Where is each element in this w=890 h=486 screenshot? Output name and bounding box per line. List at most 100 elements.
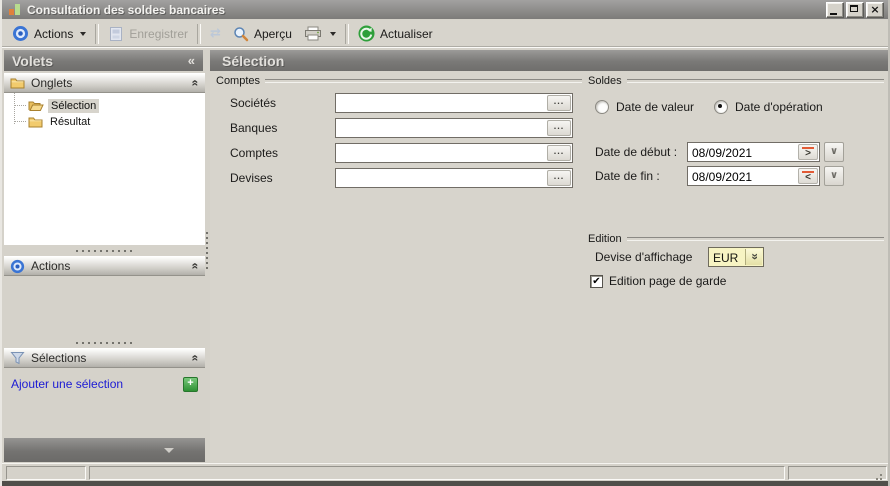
print-dropdown-button[interactable]	[328, 30, 342, 38]
status-cell-right	[788, 466, 887, 480]
minimize-button[interactable]	[826, 1, 844, 18]
print-dropdown-icon	[329, 31, 336, 36]
radio-date-valeur[interactable]: Date de valeur	[595, 100, 694, 114]
devise-combo-value: EUR	[713, 251, 739, 265]
toolbar-separator	[197, 23, 202, 44]
date-fin-field[interactable]: <	[687, 166, 820, 186]
save-button[interactable]: Enregistrer	[102, 24, 194, 44]
collapse-section-icon[interactable]: «	[189, 80, 203, 87]
section-header-selections[interactable]: Sélections «	[4, 348, 205, 368]
add-plus-button[interactable]: +	[183, 376, 198, 392]
sidebar-splitter[interactable]	[4, 340, 205, 345]
societes-input[interactable]	[338, 95, 547, 113]
splitter-dots	[75, 249, 134, 252]
tree-connector	[14, 120, 26, 123]
sync-button[interactable]: ⇄	[204, 24, 227, 43]
banques-input[interactable]	[338, 120, 547, 138]
close-button[interactable]: ×	[866, 1, 884, 18]
refresh-button[interactable]: Actualiser	[352, 23, 439, 44]
edition-group-header: Edition	[588, 232, 884, 246]
toolbar: Actions Enregistrer ⇄ Aperçu Actualiser	[2, 20, 888, 48]
page-title: Sélection	[222, 52, 285, 69]
page-garde-checkbox[interactable]: ✔	[590, 274, 603, 288]
tree-item-label: Sélection	[48, 98, 100, 113]
collapse-section-icon[interactable]: «	[189, 355, 203, 362]
collapse-section-icon[interactable]: «	[189, 263, 203, 270]
onglets-tree: Sélection Résultat	[4, 93, 205, 245]
date-debut-step-button[interactable]: >	[798, 144, 818, 160]
actions-target-icon	[13, 26, 28, 41]
actions-menu-button[interactable]: Actions	[6, 23, 92, 44]
window-bottom-edge	[2, 481, 888, 486]
date-fin-label: Date de fin :	[595, 169, 660, 183]
comptes-browse-button[interactable]: ...	[547, 145, 571, 161]
refresh-icon	[358, 25, 375, 42]
societes-label: Sociétés	[230, 96, 277, 110]
date-next-icon: >	[805, 148, 811, 159]
app-chart-icon	[9, 4, 20, 15]
tree-item-resultat[interactable]: Résultat	[4, 114, 93, 129]
splitter-dots	[75, 341, 134, 344]
folder-icon	[28, 117, 43, 127]
societes-field[interactable]: ...	[335, 93, 573, 113]
print-button[interactable]	[298, 24, 328, 43]
save-label: Enregistrer	[129, 26, 189, 41]
close-icon: ×	[870, 3, 880, 16]
section-header-actions[interactable]: Actions «	[4, 256, 205, 276]
societes-browse-button[interactable]: ...	[547, 95, 571, 111]
radio-date-operation[interactable]: Date d'opération	[714, 100, 823, 114]
comptes-group-label: Comptes	[216, 75, 261, 87]
radio-button-icon[interactable]	[595, 100, 609, 114]
banques-label: Banques	[230, 121, 278, 135]
soldes-group-header: Soldes	[588, 74, 884, 88]
devises-browse-button[interactable]: ...	[547, 170, 571, 186]
sidebar-bottom-bar[interactable]	[4, 438, 205, 462]
open-folder-icon	[28, 101, 44, 111]
minimize-icon	[830, 12, 837, 15]
status-bar	[2, 463, 888, 482]
sidebar: Onglets « Sélection Résultat Actions « S…	[4, 71, 205, 462]
title-bar: Consultation des soldes bancaires ×	[2, 0, 888, 19]
tree-item-selection[interactable]: Sélection	[4, 98, 100, 113]
resize-grip[interactable]	[880, 474, 882, 476]
radio-button-icon[interactable]	[714, 100, 728, 114]
date-debut-input[interactable]	[690, 144, 794, 162]
devises-field[interactable]: ...	[335, 168, 573, 188]
status-cell-left	[6, 466, 86, 480]
banques-browse-button[interactable]: ...	[547, 120, 571, 136]
soldes-group-label: Soldes	[588, 75, 622, 87]
date-debut-label: Date de début :	[595, 145, 678, 159]
radio-date-valeur-label: Date de valeur	[616, 100, 695, 114]
page-title-bar: Sélection	[210, 50, 888, 71]
sync-arrows-icon: ⇄	[210, 26, 221, 41]
add-selection-link[interactable]: Ajouter une sélection	[11, 377, 183, 391]
maximize-icon	[850, 4, 858, 12]
save-document-icon	[110, 26, 123, 41]
date-debut-field[interactable]: >	[687, 142, 820, 162]
banques-field[interactable]: ...	[335, 118, 573, 138]
vertical-splitter[interactable]	[206, 232, 208, 270]
comptes-field[interactable]: ...	[335, 143, 573, 163]
date-fin-dropdown-button[interactable]: ∨	[824, 166, 844, 186]
date-fin-step-button[interactable]: <	[798, 168, 818, 184]
date-debut-dropdown-button[interactable]: ∨	[824, 142, 844, 162]
date-fin-input[interactable]	[690, 168, 794, 186]
section-header-onglets[interactable]: Onglets «	[4, 73, 205, 93]
maximize-button[interactable]	[846, 1, 864, 18]
magnifier-icon	[234, 26, 249, 41]
refresh-label: Actualiser	[379, 26, 433, 41]
page-garde-row[interactable]: ✔ Edition page de garde	[590, 274, 726, 288]
window-title: Consultation des soldes bancaires	[27, 2, 226, 17]
filter-funnel-icon	[10, 352, 25, 365]
selections-section-label: Sélections	[31, 351, 87, 365]
collapse-panel-icon[interactable]: «	[188, 53, 195, 68]
devise-combo-button[interactable]: «	[745, 249, 762, 265]
panel-header-volets: Volets «	[4, 50, 203, 71]
sidebar-splitter[interactable]	[4, 248, 205, 253]
folder-icon	[10, 78, 25, 89]
devises-input[interactable]	[338, 170, 547, 188]
preview-button[interactable]: Aperçu	[227, 24, 298, 44]
devise-combo[interactable]: EUR «	[708, 247, 764, 267]
comptes-input[interactable]	[338, 145, 547, 163]
group-rule	[626, 237, 884, 241]
